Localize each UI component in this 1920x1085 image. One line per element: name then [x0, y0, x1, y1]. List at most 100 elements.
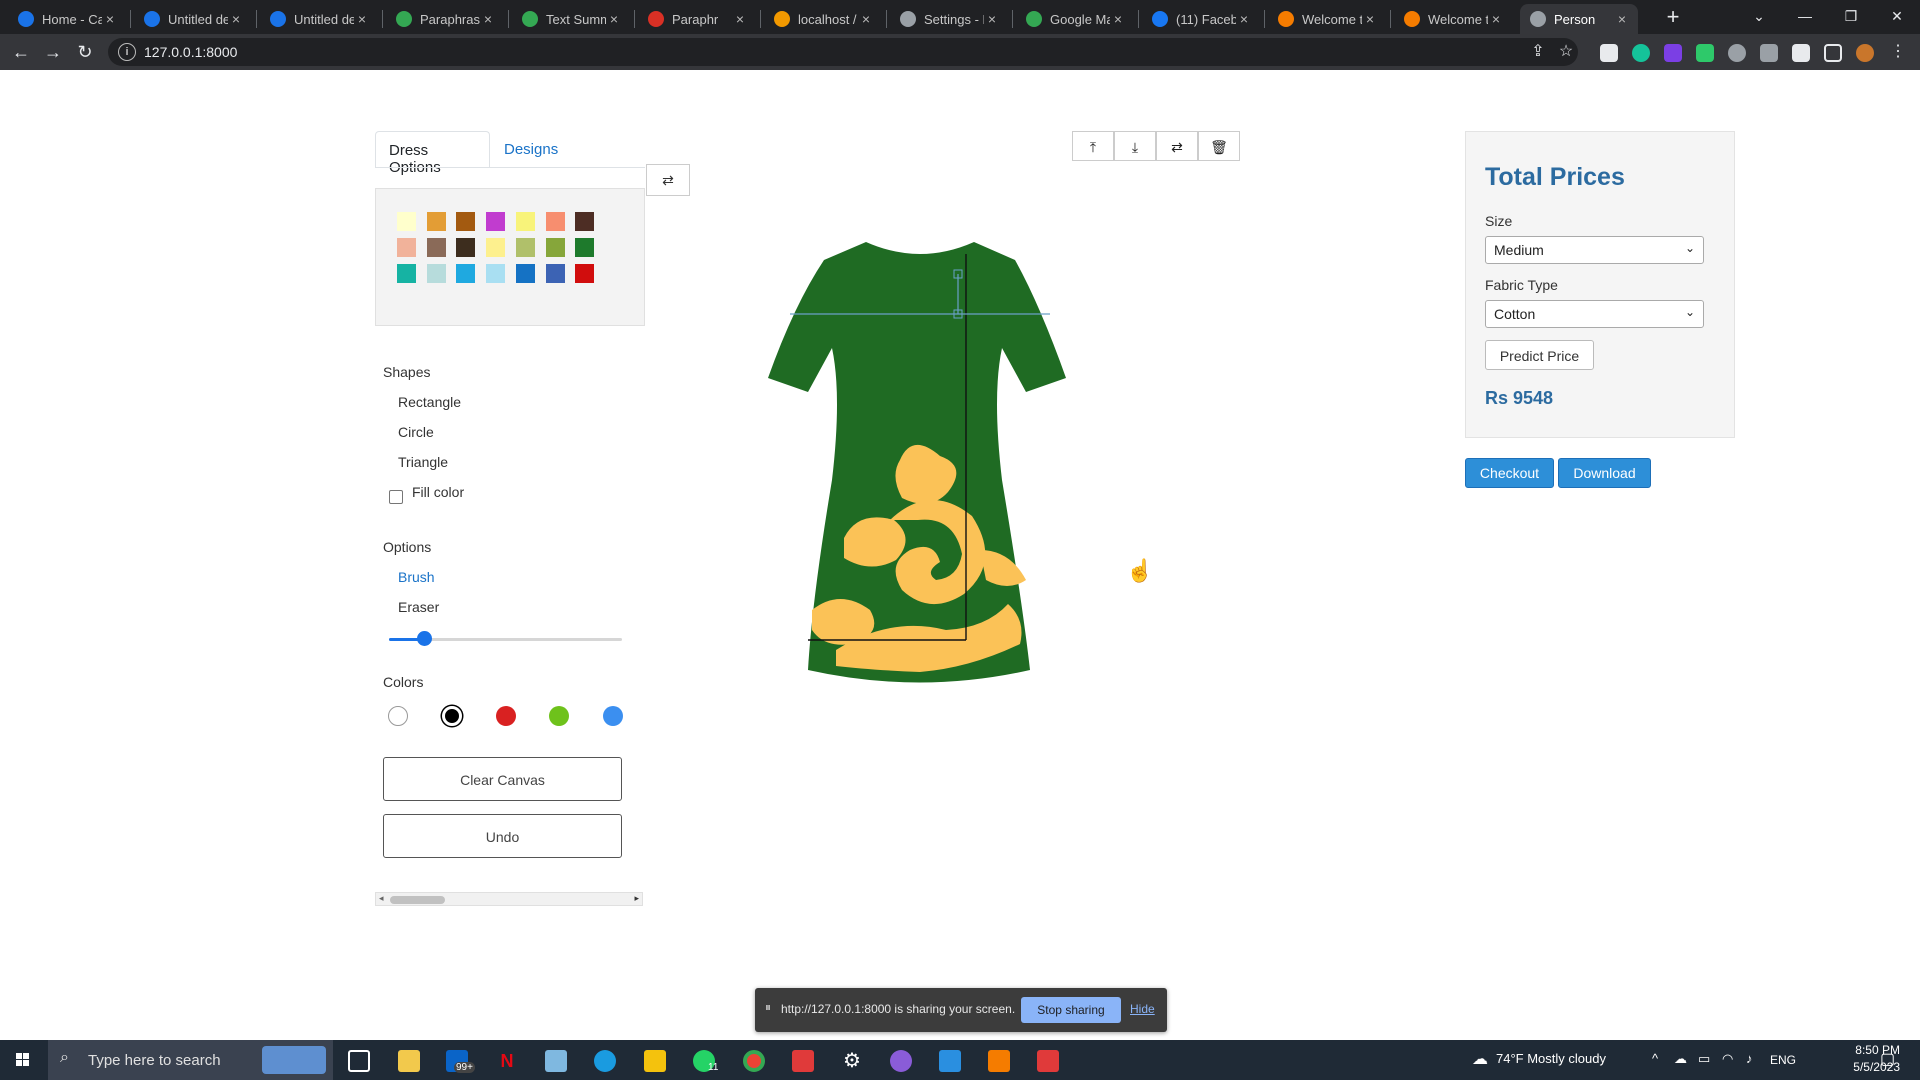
scroll-left-arrow[interactable]: ◂ — [379, 893, 384, 904]
globe-icon[interactable] — [1728, 44, 1746, 62]
browser-tab[interactable]: Google Ma × — [1016, 4, 1134, 34]
shape-rectangle[interactable]: Rectangle — [398, 394, 461, 410]
chrome-icon[interactable] — [743, 1050, 765, 1072]
reading-list-icon[interactable] — [1600, 44, 1618, 62]
tab-close-icon[interactable]: × — [732, 11, 748, 27]
taskbar-search[interactable]: ⌕ Type here to search — [48, 1040, 333, 1080]
brush-color-swatch[interactable] — [603, 706, 623, 726]
file-explorer-icon[interactable] — [398, 1050, 420, 1072]
sticky-notes-icon[interactable] — [644, 1050, 666, 1072]
grammarly-icon[interactable] — [1632, 44, 1650, 62]
back-icon[interactable]: ← — [9, 40, 33, 64]
browser-tab[interactable]: Settings - L × — [890, 4, 1008, 34]
tab-search-icon[interactable]: ⌄ — [1736, 0, 1782, 32]
tab-close-icon[interactable]: × — [1110, 11, 1126, 27]
color-swatch[interactable] — [426, 264, 446, 283]
restore-button[interactable]: ❐ — [1828, 0, 1874, 32]
color-swatch[interactable] — [456, 264, 476, 283]
color-swatch[interactable] — [545, 212, 565, 231]
tab-close-icon[interactable]: × — [984, 11, 1000, 27]
color-swatch[interactable] — [456, 238, 476, 257]
settings-gear-icon[interactable]: ⚙ — [841, 1050, 863, 1072]
wifi-icon[interactable]: ◠ — [1722, 1051, 1733, 1067]
tab-close-icon[interactable]: × — [1614, 11, 1630, 27]
profile-avatar[interactable] — [1856, 44, 1874, 62]
color-swatch[interactable] — [456, 212, 476, 231]
reload-icon[interactable]: ↻ — [73, 40, 97, 64]
eraser-option[interactable]: Eraser — [398, 599, 439, 615]
scrollbar-thumb[interactable] — [390, 896, 445, 904]
bookmark-star-icon[interactable]: ☆ — [1554, 40, 1578, 64]
tab-close-icon[interactable]: × — [606, 11, 622, 27]
site-info-icon[interactable]: i — [118, 43, 136, 61]
close-window-button[interactable]: ✕ — [1874, 0, 1920, 32]
tab-close-icon[interactable]: × — [480, 11, 496, 27]
color-swatch[interactable] — [486, 264, 506, 283]
tab-close-icon[interactable]: × — [354, 11, 370, 27]
tab-close-icon[interactable]: × — [228, 11, 244, 27]
weather-text[interactable]: 74°F Mostly cloudy — [1496, 1051, 1606, 1066]
color-swatch[interactable] — [486, 212, 506, 231]
download-button[interactable]: Download — [1558, 458, 1651, 488]
weather-icon[interactable]: ☁ — [1472, 1049, 1488, 1069]
hide-link[interactable]: Hide — [1130, 1002, 1155, 1016]
tab-dress-options[interactable]: Dress Options — [375, 131, 490, 176]
browser-tab[interactable]: Paraphr × — [638, 4, 756, 34]
clear-canvas-button[interactable]: Clear Canvas — [383, 757, 622, 801]
anydesk-icon[interactable] — [1037, 1050, 1059, 1072]
color-swatch[interactable] — [426, 238, 446, 257]
brush-color-swatch[interactable] — [388, 706, 408, 726]
menu-kebab-icon[interactable]: ⋮ — [1886, 40, 1910, 64]
size-select[interactable]: Medium ⌄ — [1485, 236, 1704, 264]
tab-close-icon[interactable]: × — [858, 11, 874, 27]
tab-designs[interactable]: Designs — [491, 131, 571, 168]
browser-tab[interactable]: Text Summ × — [512, 4, 630, 34]
fill-color-checkbox[interactable] — [389, 490, 403, 504]
extensions-puzzle-icon[interactable] — [1792, 44, 1810, 62]
browser-tab[interactable]: (11) Facebo× — [1142, 4, 1260, 34]
browser-tab[interactable]: Paraphrasin× — [386, 4, 504, 34]
share-icon[interactable]: ⇪ — [1526, 40, 1550, 64]
forward-icon[interactable]: → — [41, 40, 65, 64]
browser-tab[interactable]: Person × — [1520, 4, 1638, 34]
side-panel-icon[interactable] — [1824, 44, 1842, 62]
color-swatch[interactable] — [545, 238, 565, 257]
minimize-button[interactable]: — — [1782, 0, 1828, 32]
undo-button[interactable]: Undo — [383, 814, 622, 858]
task-view-icon[interactable] — [348, 1050, 370, 1072]
shape-triangle[interactable]: Triangle — [398, 454, 448, 470]
browser-tab[interactable]: Untitled de × — [260, 4, 378, 34]
color-swatch[interactable] — [486, 238, 506, 257]
camera-icon[interactable] — [1760, 44, 1778, 62]
browser-tab[interactable]: Welcome t × — [1268, 4, 1386, 34]
color-swatch[interactable] — [397, 264, 416, 283]
browser-tab[interactable]: Untitled de × — [134, 4, 252, 34]
netflix-icon[interactable]: N — [496, 1050, 518, 1072]
extension-icon[interactable] — [1664, 44, 1682, 62]
bring-forward-button[interactable]: ⤒ — [1072, 131, 1114, 161]
start-button[interactable] — [0, 1040, 46, 1080]
app-icon[interactable] — [545, 1050, 567, 1072]
delete-button[interactable]: 🗑 — [1198, 131, 1240, 161]
extension-icon[interactable] — [1696, 44, 1714, 62]
fabric-type-select[interactable]: Cotton ⌄ — [1485, 300, 1704, 328]
brush-color-swatch[interactable] — [549, 706, 569, 726]
scroll-right-arrow[interactable]: ▸ — [634, 893, 639, 904]
stop-sharing-button[interactable]: Stop sharing — [1021, 997, 1121, 1023]
flip-horizontal-button[interactable]: ⇄ — [1156, 131, 1198, 161]
color-swatch[interactable] — [397, 212, 416, 231]
github-desktop-icon[interactable] — [890, 1050, 912, 1072]
tab-close-icon[interactable]: × — [1236, 11, 1252, 27]
color-swatch[interactable] — [575, 264, 595, 283]
color-swatch[interactable] — [545, 264, 565, 283]
shape-circle[interactable]: Circle — [398, 424, 434, 440]
color-swatch[interactable] — [575, 212, 595, 231]
vscode-icon[interactable] — [939, 1050, 961, 1072]
brush-option[interactable]: Brush — [398, 569, 435, 585]
onedrive-icon[interactable]: ☁ — [1674, 1051, 1687, 1067]
browser-tab[interactable]: localhost / × — [764, 4, 882, 34]
color-swatch[interactable] — [515, 264, 535, 283]
xampp-icon[interactable] — [988, 1050, 1010, 1072]
new-tab-button[interactable]: + — [1660, 4, 1686, 30]
browser-tab[interactable]: Welcome t × — [1394, 4, 1512, 34]
